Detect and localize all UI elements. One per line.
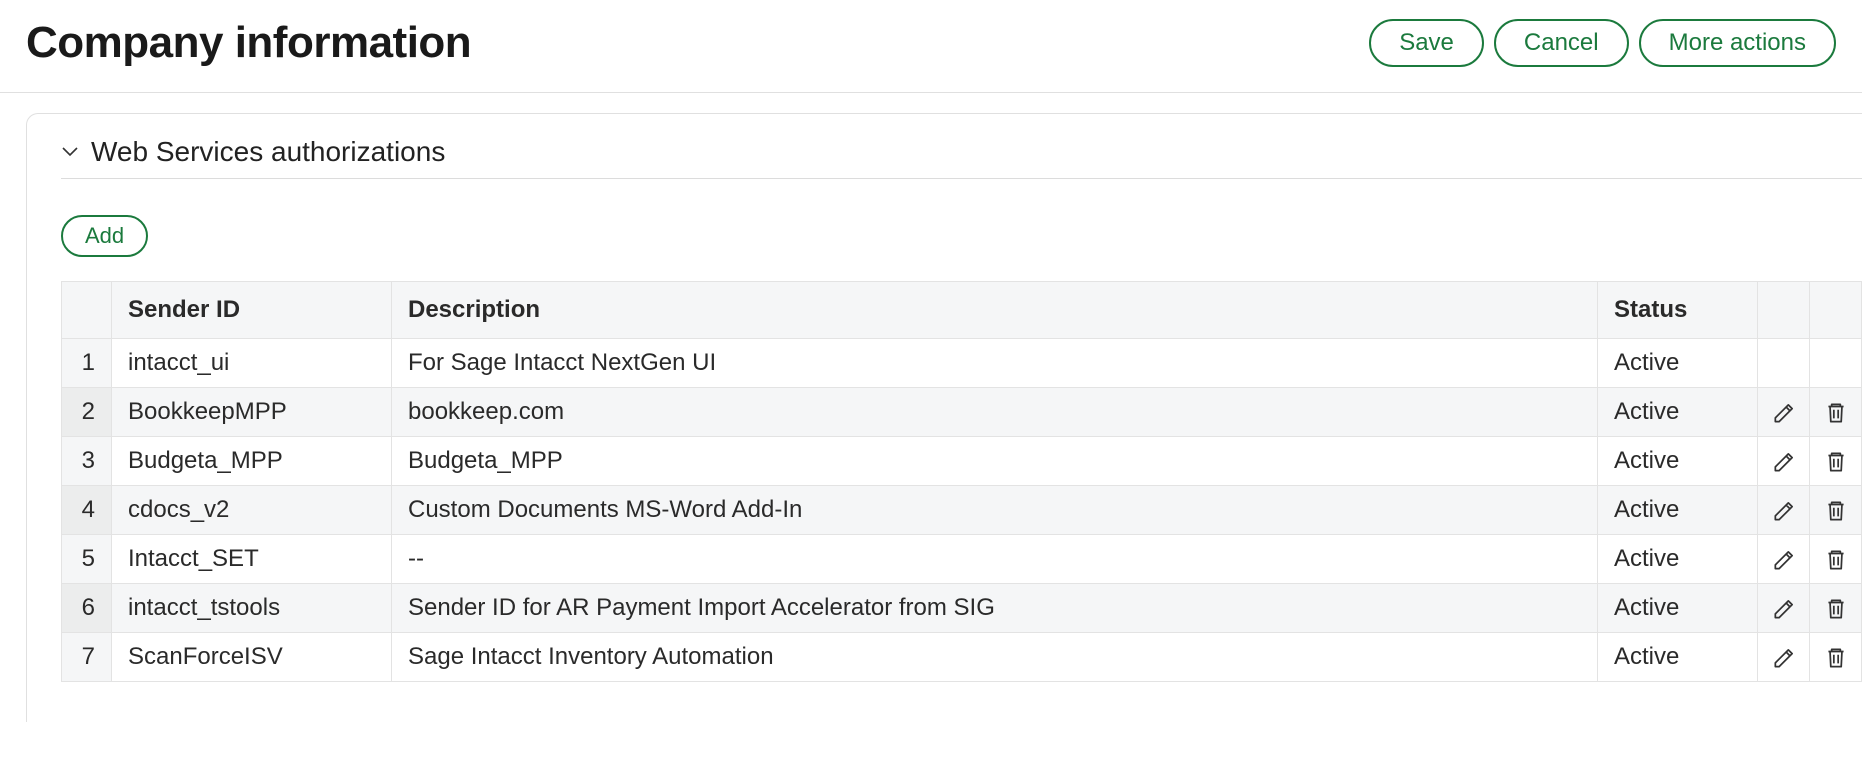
cell-status[interactable]: Active [1598,339,1758,388]
cell-sender-id[interactable]: intacct_tstools [112,584,392,633]
cell-description[interactable]: bookkeep.com [392,388,1598,437]
more-actions-button[interactable]: More actions [1639,19,1836,68]
table-row[interactable]: 5Intacct_SET--Active [62,535,1862,584]
trash-icon [1823,498,1849,524]
row-number: 1 [62,339,112,388]
row-number: 3 [62,437,112,486]
col-delete [1810,282,1862,339]
table-row[interactable]: 1intacct_uiFor Sage Intacct NextGen UIAc… [62,339,1862,388]
cell-description[interactable]: -- [392,535,1598,584]
delete-button[interactable] [1810,437,1862,486]
cell-status[interactable]: Active [1598,633,1758,682]
save-button[interactable]: Save [1369,19,1484,68]
table-row[interactable]: 4cdocs_v2Custom Documents MS-Word Add-In… [62,486,1862,535]
pencil-icon [1771,596,1797,622]
table-row[interactable]: 6intacct_tstoolsSender ID for AR Payment… [62,584,1862,633]
edit-button[interactable] [1758,633,1810,682]
delete-button[interactable] [1810,633,1862,682]
delete-button[interactable] [1810,535,1862,584]
table-row[interactable]: 2BookkeepMPPbookkeep.comActive [62,388,1862,437]
cell-status[interactable]: Active [1598,388,1758,437]
cell-description[interactable]: For Sage Intacct NextGen UI [392,339,1598,388]
cell-description[interactable]: Budgeta_MPP [392,437,1598,486]
page-title: Company information [26,18,471,68]
trash-icon [1823,400,1849,426]
cell-status[interactable]: Active [1598,486,1758,535]
trash-icon [1823,449,1849,475]
table-row[interactable]: 3Budgeta_MPPBudgeta_MPPActive [62,437,1862,486]
add-button[interactable]: Add [61,215,148,257]
edit-button[interactable] [1758,584,1810,633]
row-number: 5 [62,535,112,584]
trash-icon [1823,645,1849,671]
chevron-down-icon [61,143,79,161]
row-number: 2 [62,388,112,437]
cell-status[interactable]: Active [1598,584,1758,633]
cell-sender-id[interactable]: ScanForceISV [112,633,392,682]
cell-sender-id[interactable]: BookkeepMPP [112,388,392,437]
cell-sender-id[interactable]: Budgeta_MPP [112,437,392,486]
col-edit [1758,282,1810,339]
cell-status[interactable]: Active [1598,437,1758,486]
row-number: 7 [62,633,112,682]
cell-description[interactable]: Sage Intacct Inventory Automation [392,633,1598,682]
section-title: Web Services authorizations [91,136,445,168]
row-number: 6 [62,584,112,633]
authorizations-table: Sender ID Description Status 1intacct_ui… [61,281,1862,682]
delete-button[interactable] [1810,584,1862,633]
trash-icon [1823,596,1849,622]
delete-button[interactable] [1810,388,1862,437]
edit-button[interactable] [1758,486,1810,535]
pencil-icon [1771,400,1797,426]
cancel-button[interactable]: Cancel [1494,19,1629,68]
pencil-icon [1771,498,1797,524]
section-toggle[interactable]: Web Services authorizations [61,136,1862,179]
pencil-icon [1771,547,1797,573]
edit-button [1758,339,1810,388]
pencil-icon [1771,645,1797,671]
delete-button[interactable] [1810,486,1862,535]
cell-sender-id[interactable]: Intacct_SET [112,535,392,584]
cell-sender-id[interactable]: cdocs_v2 [112,486,392,535]
edit-button[interactable] [1758,535,1810,584]
col-rownum [62,282,112,339]
cell-sender-id[interactable]: intacct_ui [112,339,392,388]
trash-icon [1823,547,1849,573]
col-sender-id[interactable]: Sender ID [112,282,392,339]
pencil-icon [1771,449,1797,475]
col-status[interactable]: Status [1598,282,1758,339]
row-number: 4 [62,486,112,535]
cell-status[interactable]: Active [1598,535,1758,584]
header-actions: Save Cancel More actions [1369,19,1836,68]
table-row[interactable]: 7ScanForceISVSage Intacct Inventory Auto… [62,633,1862,682]
cell-description[interactable]: Sender ID for AR Payment Import Accelera… [392,584,1598,633]
delete-button [1810,339,1862,388]
edit-button[interactable] [1758,388,1810,437]
edit-button[interactable] [1758,437,1810,486]
col-description[interactable]: Description [392,282,1598,339]
cell-description[interactable]: Custom Documents MS-Word Add-In [392,486,1598,535]
